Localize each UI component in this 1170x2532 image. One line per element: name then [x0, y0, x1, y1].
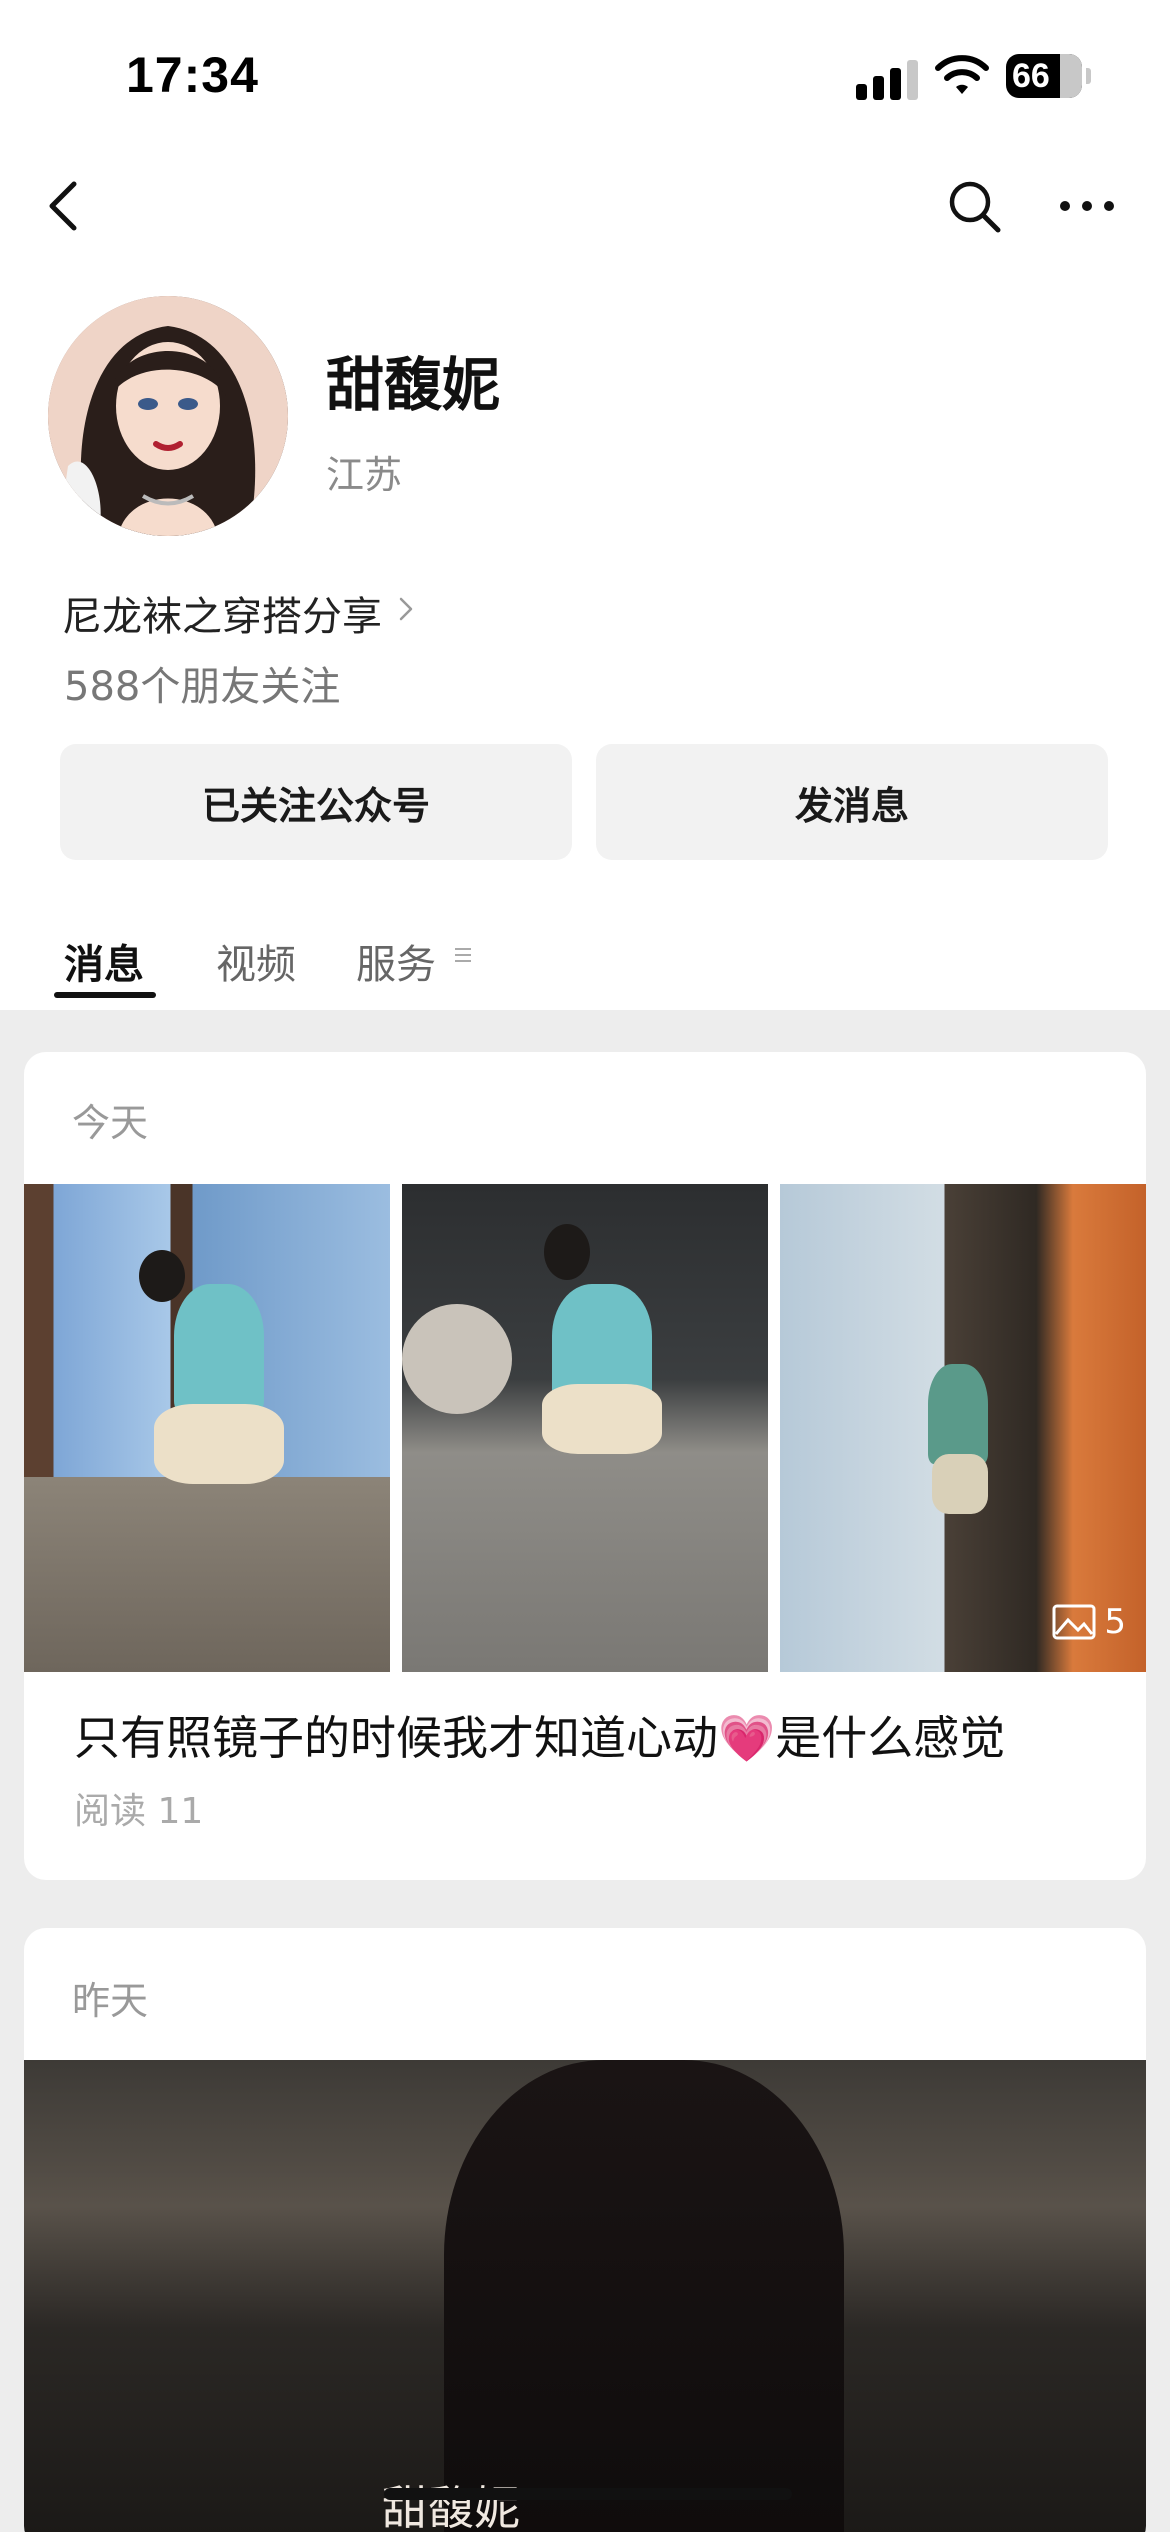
- tab-services[interactable]: 服务: [356, 932, 436, 990]
- avatar[interactable]: [48, 296, 288, 536]
- post-title[interactable]: 只有照镜子的时候我才知道心动💗是什么感觉: [74, 1702, 1005, 1768]
- more-dots-icon[interactable]: [1058, 196, 1116, 216]
- image-count-badge: 5: [1052, 1602, 1126, 1642]
- wifi-icon: [935, 55, 989, 94]
- home-indicator[interactable]: [384, 2488, 792, 2500]
- tab-videos[interactable]: 视频: [216, 932, 296, 990]
- figure-shape: [174, 1284, 264, 1414]
- tab-messages[interactable]: 消息: [64, 932, 144, 990]
- active-tab-indicator: [54, 992, 156, 998]
- post-image-2[interactable]: [402, 1184, 768, 1672]
- battery-icon: 66: [1006, 54, 1082, 98]
- battery-cap: [1086, 68, 1091, 84]
- figure-shape: [444, 2060, 844, 2532]
- heart-emoji: 💗: [718, 1711, 776, 1765]
- chevron-right-icon[interactable]: [396, 594, 416, 624]
- figure-shape: [928, 1364, 988, 1464]
- friends-following-count: 588个朋友关注: [64, 664, 341, 710]
- post-title-text-end: 是什么感觉: [775, 1711, 1006, 1765]
- post-cover-image[interactable]: 甜馥妮: [24, 2060, 1146, 2532]
- menu-lines-icon[interactable]: [454, 946, 472, 964]
- status-time: 17:34: [126, 47, 259, 103]
- search-icon[interactable]: [946, 178, 1002, 234]
- post-image-1[interactable]: [24, 1184, 390, 1672]
- post-card-today[interactable]: 今天 5 只有照镜子的时候我才知道心动💗是什么感觉 阅读 11: [24, 1052, 1146, 1880]
- image-watermark: 甜馥妮: [382, 2481, 520, 2532]
- account-description[interactable]: 尼龙袜之穿搭分享: [62, 584, 382, 642]
- post-read-count: 阅读 11: [74, 1791, 204, 1832]
- post-date: 昨天: [72, 1979, 149, 2023]
- avatar-illustration: [48, 296, 288, 536]
- followed-account-button[interactable]: 已关注公众号: [60, 744, 572, 860]
- account-region: 江苏: [326, 453, 403, 497]
- post-card-yesterday[interactable]: 昨天 甜馥妮: [24, 1928, 1146, 2532]
- post-title-text: 只有照镜子的时候我才知道心动: [74, 1711, 718, 1765]
- battery-level: 66: [1012, 57, 1050, 95]
- figure-shape: [154, 1404, 284, 1484]
- figure-shape: [544, 1224, 590, 1280]
- signal-icon: [856, 60, 918, 100]
- image-count: 5: [1104, 1602, 1126, 1642]
- figure-shape: [932, 1454, 988, 1514]
- post-image-3[interactable]: 5: [780, 1184, 1146, 1672]
- back-chevron-icon[interactable]: [44, 176, 84, 236]
- send-message-button[interactable]: 发消息: [596, 744, 1108, 860]
- figure-shape: [402, 1304, 512, 1414]
- account-name: 甜馥妮: [326, 351, 501, 419]
- figure-shape: [542, 1384, 662, 1454]
- image-gallery-icon: [1052, 1604, 1096, 1640]
- post-date: 今天: [72, 1101, 149, 1145]
- figure-shape: [139, 1250, 185, 1302]
